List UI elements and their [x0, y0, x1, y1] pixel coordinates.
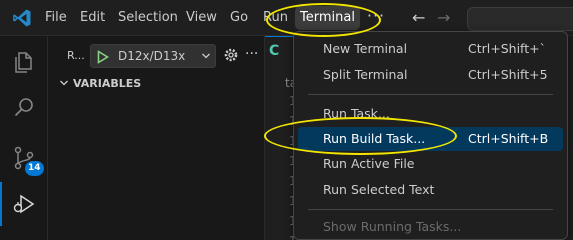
- menu-terminal[interactable]: Terminal: [295, 6, 360, 30]
- run-debug-icon: [13, 194, 35, 214]
- menu-item-split-terminal[interactable]: Split Terminal Ctrl+Shift+5: [298, 63, 563, 87]
- more-menus-icon[interactable]: ···: [366, 6, 386, 30]
- files-icon: [15, 52, 32, 73]
- activity-bar: 14: [0, 36, 48, 240]
- menu-run[interactable]: Run: [258, 6, 293, 30]
- menu-item-label: Run Active File: [323, 156, 415, 171]
- menu-view[interactable]: View: [181, 6, 222, 30]
- menu-separator: [308, 94, 553, 95]
- source-control-badge: 14: [25, 161, 44, 176]
- more-actions-icon[interactable]: ···: [245, 46, 258, 62]
- run-panel-title: R...: [67, 49, 85, 62]
- activity-search[interactable]: [0, 86, 48, 130]
- menu-item-label: Run Build Task...: [323, 131, 426, 146]
- activity-explorer[interactable]: [0, 40, 48, 84]
- back-arrow-icon[interactable]: ←: [412, 6, 425, 30]
- menu-selection[interactable]: Selection: [113, 6, 183, 30]
- launch-config-select[interactable]: D12x/D13x: [90, 44, 216, 68]
- menu-file[interactable]: File: [40, 6, 72, 30]
- terminal-menu-dropdown: New Terminal Ctrl+Shift+` Split Terminal…: [293, 31, 568, 240]
- menu-item-label: New Terminal: [323, 41, 408, 56]
- run-debug-panel: R... D12x/D13x ··· VARIABLES: [49, 36, 264, 240]
- play-icon[interactable]: [97, 50, 109, 64]
- launch-config-name: D12x/D13x: [118, 49, 186, 63]
- menu-item-show-running-tasks: Show Running Tasks...: [298, 215, 563, 239]
- menu-edit[interactable]: Edit: [75, 6, 110, 30]
- command-center-search[interactable]: [467, 7, 573, 31]
- vscode-logo-icon: [13, 9, 31, 27]
- activity-source-control[interactable]: 14: [0, 136, 48, 180]
- chevron-down-icon: [202, 53, 210, 59]
- menu-item-run-build-task[interactable]: Run Build Task... Ctrl+Shift+B: [298, 127, 563, 151]
- chevron-down-icon: [60, 80, 68, 86]
- menu-item-run-active-file[interactable]: Run Active File: [298, 152, 563, 176]
- menu-item-label: Run Task...: [323, 106, 390, 121]
- menu-go[interactable]: Go: [225, 6, 253, 30]
- menu-separator: [308, 209, 553, 210]
- forward-arrow-icon[interactable]: →: [437, 6, 450, 30]
- gear-icon[interactable]: [223, 47, 239, 63]
- menu-item-shortcut: Ctrl+Shift+B: [468, 131, 549, 146]
- tab-file-icon: C: [269, 43, 280, 59]
- search-icon: [14, 98, 33, 117]
- activity-run-debug[interactable]: [0, 182, 48, 226]
- menu-item-run-selected-text[interactable]: Run Selected Text: [298, 178, 563, 202]
- menu-item-label: Show Running Tasks...: [323, 219, 462, 234]
- menu-item-run-task[interactable]: Run Task...: [298, 102, 563, 126]
- menu-item-shortcut: Ctrl+Shift+`: [468, 41, 546, 56]
- menu-item-shortcut: Ctrl+Shift+5: [468, 67, 548, 82]
- variables-section-header[interactable]: VARIABLES: [59, 77, 141, 90]
- menu-item-new-terminal[interactable]: New Terminal Ctrl+Shift+`: [298, 37, 563, 61]
- menu-item-label: Split Terminal: [323, 67, 408, 82]
- menu-item-label: Run Selected Text: [323, 182, 435, 197]
- variables-label: VARIABLES: [73, 77, 142, 90]
